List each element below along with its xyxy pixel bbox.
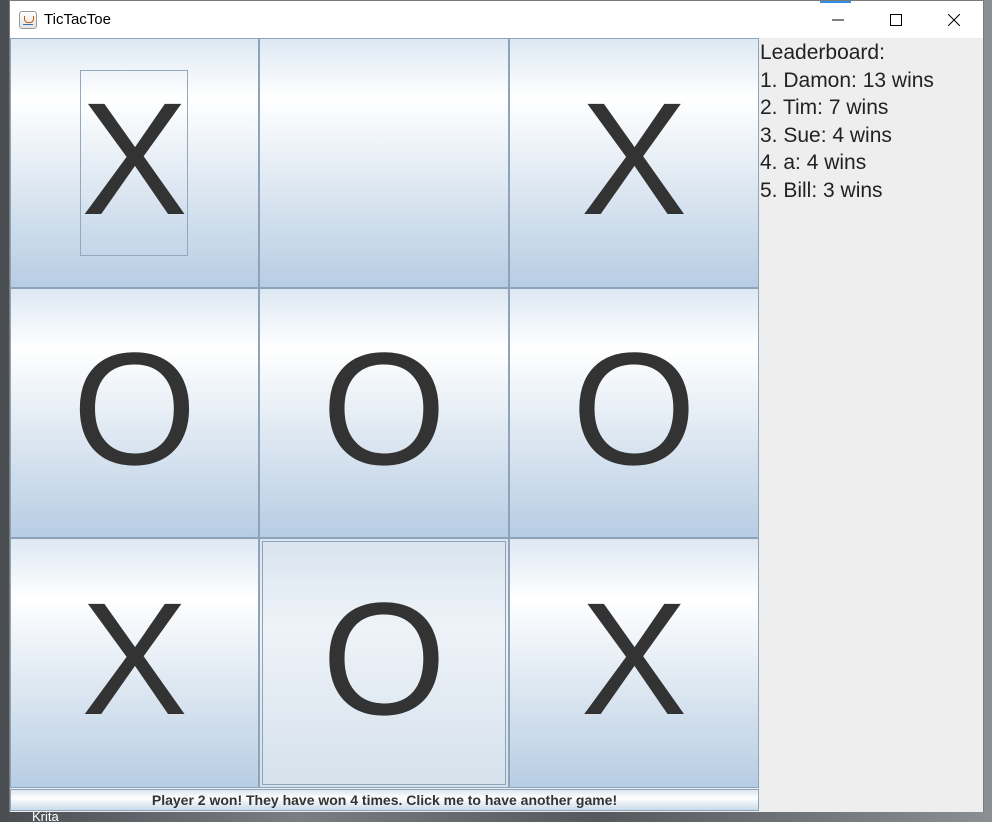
- cell-mark: O: [321, 319, 447, 498]
- cell-bottom-left[interactable]: X: [10, 538, 259, 788]
- cell-mark: X: [580, 569, 688, 748]
- close-button[interactable]: [925, 1, 983, 38]
- cell-bottom-center[interactable]: O: [259, 538, 509, 788]
- app-window: TicTacToe X X O O O X O X Leaderboard: 1…: [9, 0, 984, 812]
- minimize-button[interactable]: [809, 1, 867, 38]
- cell-middle-right[interactable]: O: [509, 288, 759, 538]
- leaderboard-entry: 4. a: 4 wins: [760, 151, 867, 174]
- game-board: X X O O O X O X: [10, 38, 759, 788]
- title-bar[interactable]: TicTacToe: [10, 1, 983, 38]
- leaderboard-title: Leaderboard:: [760, 41, 885, 64]
- leaderboard-entry: 2. Tim: 7 wins: [760, 96, 889, 119]
- window-controls: [809, 1, 983, 38]
- cell-bottom-right[interactable]: X: [509, 538, 759, 788]
- maximize-button[interactable]: [867, 1, 925, 38]
- minimize-icon: [832, 19, 844, 20]
- cell-mark: O: [72, 319, 197, 498]
- cell-center[interactable]: O: [259, 288, 509, 538]
- cell-mark: X: [81, 569, 188, 748]
- new-game-button[interactable]: Player 2 won! They have won 4 times. Cli…: [10, 789, 759, 811]
- java-app-icon[interactable]: [19, 10, 37, 29]
- leaderboard-entry: 3. Sue: 4 wins: [760, 123, 892, 147]
- cell-top-right[interactable]: X: [509, 38, 759, 288]
- leaderboard-panel: Leaderboard: 1. Damon: 13 wins 2. Tim: 7…: [760, 38, 980, 204]
- cell-mark: X: [580, 69, 688, 248]
- content-pane: X X O O O X O X Leaderboard: 1. Damon: 1…: [10, 38, 983, 812]
- maximize-icon: [890, 13, 902, 26]
- close-icon: [948, 13, 960, 26]
- leaderboard-entry: 1. Damon: 13 wins: [760, 68, 934, 92]
- cell-mark: O: [571, 319, 697, 498]
- leaderboard-entry: 5. Bill: 3 wins: [760, 178, 883, 202]
- cell-mark: O: [321, 569, 447, 748]
- window-title: TicTacToe: [44, 11, 111, 28]
- cell-mark: X: [81, 69, 188, 248]
- cell-top-center[interactable]: [259, 38, 509, 288]
- cell-middle-left[interactable]: O: [10, 288, 259, 538]
- cell-top-left[interactable]: X: [10, 38, 259, 288]
